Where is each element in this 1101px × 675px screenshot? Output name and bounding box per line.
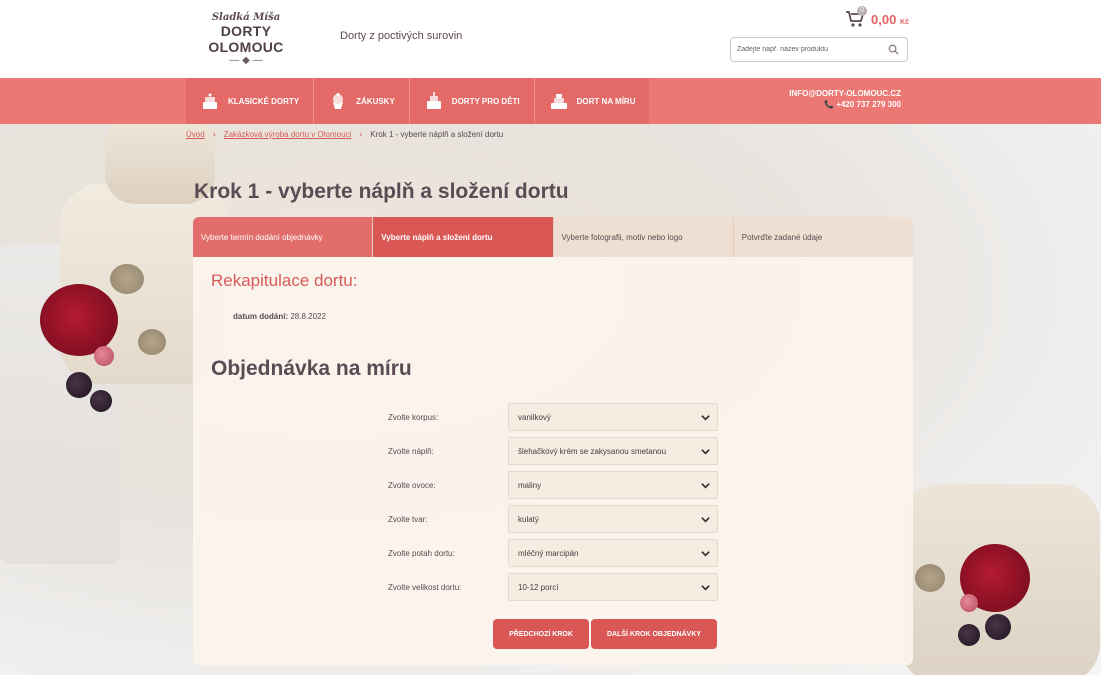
recap-date-value: 28.8.2022 xyxy=(290,312,326,321)
select-value: kulatý xyxy=(518,514,539,524)
step-photo-motif[interactable]: Vyberte fotografii, motiv nebo logo xyxy=(553,217,734,257)
form-row-napln: Zvolte náplň: šlehačkový krém se zakysan… xyxy=(388,437,718,465)
chevron-down-icon xyxy=(701,483,710,489)
background-blackberry xyxy=(958,624,980,646)
nav-item-dort-na-miru[interactable]: Dort na míru xyxy=(535,78,650,124)
chevron-down-icon xyxy=(701,449,710,455)
nav-item-zakusky[interactable]: Zákusky xyxy=(314,78,410,124)
cart-widget[interactable]: 0 0,00 Kč xyxy=(845,6,909,28)
nav-item-label: Klasické dorty xyxy=(228,96,300,106)
breadcrumb-current: Krok 1 - vyberte náplň a složení dortu xyxy=(370,129,504,139)
background-rose xyxy=(40,284,118,356)
form-row-korpus: Zvolte korpus: vanilkový xyxy=(388,403,718,431)
logo-ornament-icon: — ◆ — xyxy=(229,55,263,66)
step-delivery-date[interactable]: Vyberte termín dodání objednávky xyxy=(193,217,374,257)
field-label: Zvolte náplň: xyxy=(388,446,434,456)
form-row-potah: Zvolte potah dortu: mléčný marcipán xyxy=(388,539,718,567)
main-navigation: Klasické dorty Zákusky Dorty pro děti Do… xyxy=(0,78,1101,124)
select-value: šlehačkový krém se zakysanou smetanou xyxy=(518,446,667,456)
custom-cake-icon xyxy=(550,94,567,109)
search-icon[interactable] xyxy=(888,44,899,55)
recap-date-label: datum dodání: xyxy=(233,312,289,321)
nav-item-label: Dorty pro děti xyxy=(451,96,520,106)
form-row-velikost: Zvolte velikost dortu: 10-12 porcí xyxy=(388,573,718,601)
select-value: mléčný marcipán xyxy=(518,548,579,558)
field-label: Zvolte korpus: xyxy=(388,412,439,422)
select-value: maliny xyxy=(518,480,542,490)
potah-select[interactable]: mléčný marcipán xyxy=(508,539,718,567)
cart-total-value: 0,00 xyxy=(871,11,897,27)
site-tagline: Dorty z poctivých surovin xyxy=(340,30,463,42)
form-row-ovoce: Zvolte ovoce: maliny xyxy=(388,471,718,499)
breadcrumb-separator-icon: › xyxy=(359,129,363,139)
background-leaf xyxy=(915,564,945,592)
contact-email[interactable]: INFO@DORTY-OLOMOUC.CZ xyxy=(789,88,901,99)
search-box xyxy=(730,37,908,62)
nav-item-klasicke-dorty[interactable]: Klasické dorty xyxy=(186,78,315,124)
step-filling-composition[interactable]: Vyberte náplň a složení dortu xyxy=(373,217,554,257)
breadcrumb-home-link[interactable]: Úvod xyxy=(186,130,205,139)
background-leaf xyxy=(138,329,166,355)
korpus-select[interactable]: vanilkový xyxy=(508,403,718,431)
background-berry xyxy=(960,594,978,612)
recap-title: Rekapitulace dortu: xyxy=(211,271,358,290)
field-label: Zvolte ovoce: xyxy=(388,480,436,490)
cake-icon xyxy=(203,93,217,109)
cupcake-icon xyxy=(333,93,344,109)
breadcrumb-separator-icon: › xyxy=(212,129,216,139)
nav-item-dorty-pro-deti[interactable]: Dorty pro děti xyxy=(410,78,535,124)
contact-phone-number: +420 737 279 300 xyxy=(836,100,901,109)
field-label: Zvolte velikost dortu: xyxy=(388,582,462,592)
kids-cake-icon xyxy=(426,92,441,109)
select-value: 10-12 porcí xyxy=(518,582,559,592)
nav-menu: Klasické dorty Zákusky Dorty pro děti Do… xyxy=(186,78,650,124)
nav-item-label: Dort na míru xyxy=(576,96,636,106)
chevron-down-icon xyxy=(701,585,710,591)
page-title: Krok 1 - vyberte náplň a složení dortu xyxy=(194,180,569,203)
breadcrumb-section-link[interactable]: Zakázková výroba dortu v Olomouci xyxy=(224,130,352,139)
select-value: vanilkový xyxy=(518,412,551,422)
background-blackberry xyxy=(66,372,92,398)
nav-item-label: Zákusky xyxy=(356,96,395,106)
search-input[interactable] xyxy=(731,38,881,61)
logo-subtitle: Sladká Míša xyxy=(211,12,281,23)
order-panel: Rekapitulace dortu: datum dodání: 28.8.2… xyxy=(193,257,913,665)
chevron-down-icon xyxy=(701,517,710,523)
form-row-tvar: Zvolte tvar: kulatý xyxy=(388,505,718,533)
field-label: Zvolte tvar: xyxy=(388,514,428,524)
site-logo[interactable]: Sladká Míša DORTY OLOMOUC — ◆ — xyxy=(186,12,306,66)
step-confirm[interactable]: Potvrďte zadané údaje xyxy=(733,217,913,257)
field-label: Zvolte potah dortu: xyxy=(388,548,455,558)
background-blackberry xyxy=(90,390,112,412)
background-blackberry xyxy=(985,614,1011,640)
velikost-select[interactable]: 10-12 porcí xyxy=(508,573,718,601)
cart-total[interactable]: 0,00 Kč xyxy=(871,12,909,27)
recap-delivery-date: datum dodání: 28.8.2022 xyxy=(233,312,326,321)
ovoce-select[interactable]: maliny xyxy=(508,471,718,499)
order-steps: Vyberte termín dodání objednávky Vyberte… xyxy=(193,217,913,257)
background-berry xyxy=(94,346,114,366)
contact-phone[interactable]: 📞 +420 737 279 300 xyxy=(789,99,901,110)
contact-info: INFO@DORTY-OLOMOUC.CZ 📞 +420 737 279 300 xyxy=(789,88,901,110)
order-section-title: Objednávka na míru xyxy=(211,357,412,380)
cart-icon[interactable]: 0 xyxy=(845,6,867,28)
breadcrumb: Úvod › Zakázková výroba dortu v Olomouci… xyxy=(186,129,503,139)
site-header: Sladká Míša DORTY OLOMOUC — ◆ — Dorty z … xyxy=(0,0,1101,78)
chevron-down-icon xyxy=(701,551,710,557)
cart-currency: Kč xyxy=(899,18,909,26)
logo-title: DORTY OLOMOUC xyxy=(208,23,284,55)
previous-step-button[interactable]: Předchozí krok xyxy=(493,619,589,649)
next-step-button[interactable]: Další krok objednávky xyxy=(591,619,717,649)
cart-count-badge: 0 xyxy=(857,6,867,16)
chevron-down-icon xyxy=(701,415,710,421)
background-leaf xyxy=(110,264,144,294)
napln-select[interactable]: šlehačkový krém se zakysanou smetanou xyxy=(508,437,718,465)
tvar-select[interactable]: kulatý xyxy=(508,505,718,533)
